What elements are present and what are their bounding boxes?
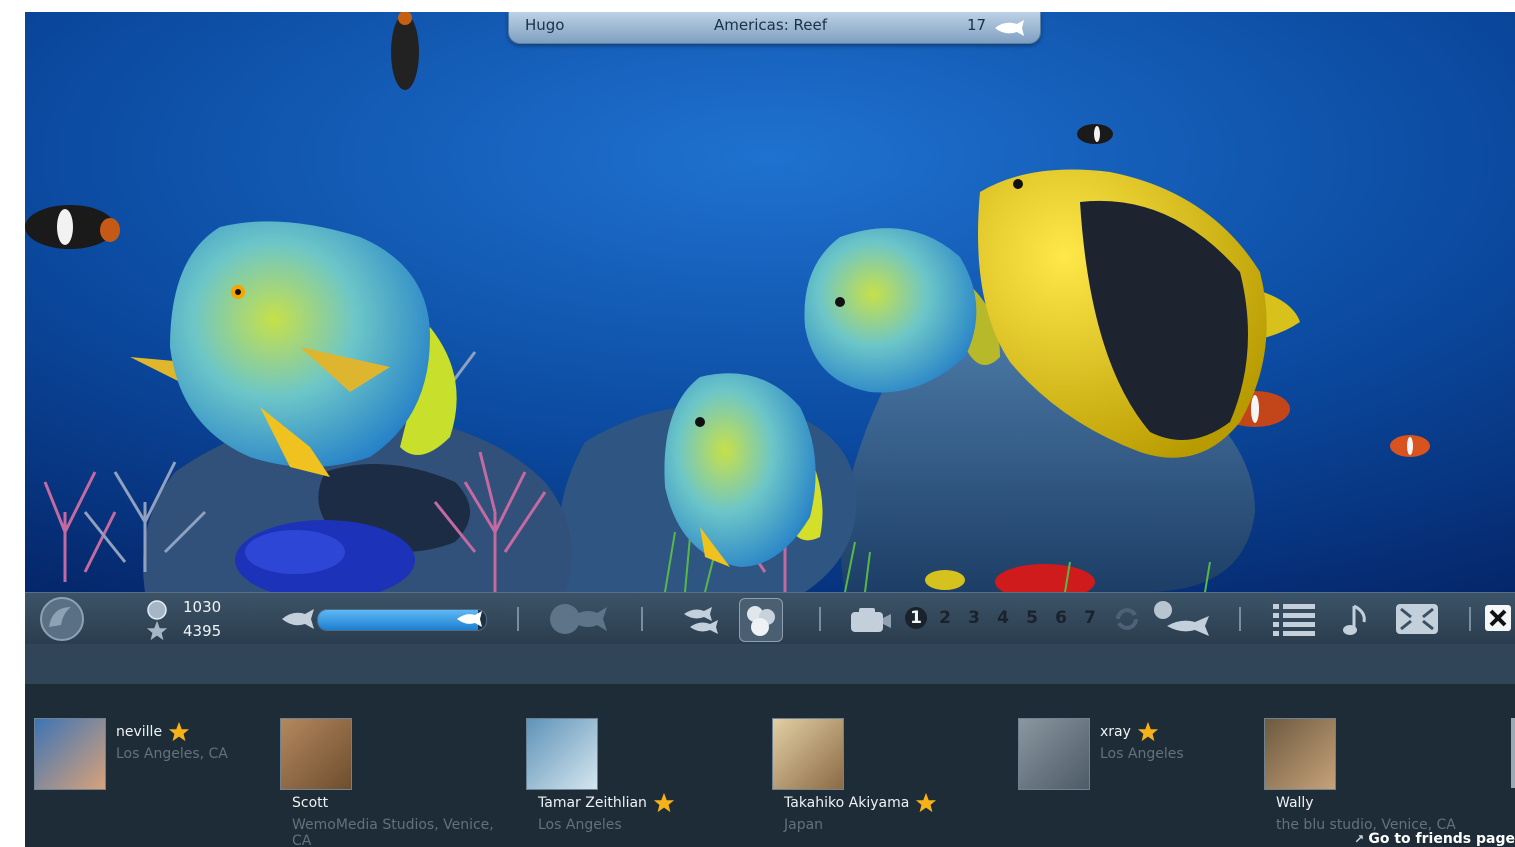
feed-icon[interactable] [1151,598,1211,640]
tank-number-4[interactable]: 4 [992,608,1014,628]
friends-tray: neville Los Angeles, CA Scott WemoMedia Stu… [25,684,1515,847]
player-name: Hugo [525,16,565,34]
aquarium-scene [25,12,1515,592]
clownfish [1077,124,1113,144]
friend-avatar[interactable] [772,718,844,790]
star-icon [146,620,168,641]
friend-avatar[interactable] [280,718,352,790]
fish-icon [457,611,482,627]
star-icon [1137,721,1159,742]
tank-number-6[interactable]: 6 [1050,608,1072,628]
group-button[interactable] [739,598,783,642]
friend-avatar[interactable] [526,718,598,790]
fish-count: 17 [967,16,987,34]
friend-avatar[interactable] [34,718,106,790]
external-link-icon: ↗ [1354,832,1369,846]
dolphin-icon[interactable] [37,597,87,641]
friend-location: WemoMedia Studios, Venice, CA [292,817,494,847]
camera-icon[interactable] [849,606,893,634]
music-icon[interactable] [1342,602,1372,638]
separator [819,607,821,631]
energy-bar-fill [318,610,478,630]
fish-outline-icon[interactable] [547,601,609,637]
friend-name: xray [1100,724,1131,740]
school-icon[interactable] [680,604,720,636]
game-window: Hugo Americas: Reef 17 1030 4395 1 2 3 4… [25,12,1515,847]
group-icon [747,606,775,636]
friend-name: neville [116,724,163,740]
star-count: 4395 [183,622,222,640]
star-icon [915,792,937,813]
top-info-bar: Hugo Americas: Reef 17 [508,12,1041,44]
friend-name: Tamar Zeithlian [538,795,647,811]
toolbar: 1030 4395 1 2 3 4 5 6 7 [25,592,1515,645]
friend-name: Scott [292,795,329,811]
friends-page-link-label: Go to friends page [1368,831,1515,847]
close-icon [1489,609,1507,627]
fullscreen-icon[interactable] [1395,603,1439,635]
coral [925,570,965,590]
toolbar-strip [25,644,1515,684]
tank-number-1[interactable]: 1 [905,607,927,629]
star-icon [168,721,190,742]
list-icon[interactable] [1271,602,1317,638]
star-icon [653,792,675,813]
friend-name: Wally [1276,795,1314,811]
tank-number-7[interactable]: 7 [1079,608,1101,628]
location-name: Americas: Reef [714,16,827,34]
pearl-count: 1030 [183,598,222,616]
friend-location: Japan [784,817,824,833]
separator [1469,607,1471,631]
pearl-icon [147,600,167,620]
clownfish [1390,435,1430,457]
tank-number-3[interactable]: 3 [963,608,985,628]
friend-name: Takahiko Akiyama [784,795,910,811]
fish-icon [995,20,1024,36]
separator [641,607,643,631]
separator [1239,607,1241,631]
friend-avatar[interactable] [1018,718,1090,790]
close-button[interactable] [1485,605,1511,631]
tank-number-5[interactable]: 5 [1021,608,1043,628]
tank-number-2[interactable]: 2 [934,608,956,628]
coral [245,530,345,574]
friend-location: Los Angeles [1100,746,1184,762]
friend-location: Los Angeles [538,817,622,833]
friend-photo-partial [1511,718,1515,788]
separator [517,607,519,631]
friend-avatar[interactable] [1264,718,1336,790]
fish-icon [282,609,314,629]
friend-location: Los Angeles, CA [116,746,228,762]
friends-page-link[interactable]: ↗ Go to friends page [1354,831,1515,847]
refresh-icon[interactable] [1113,607,1141,631]
